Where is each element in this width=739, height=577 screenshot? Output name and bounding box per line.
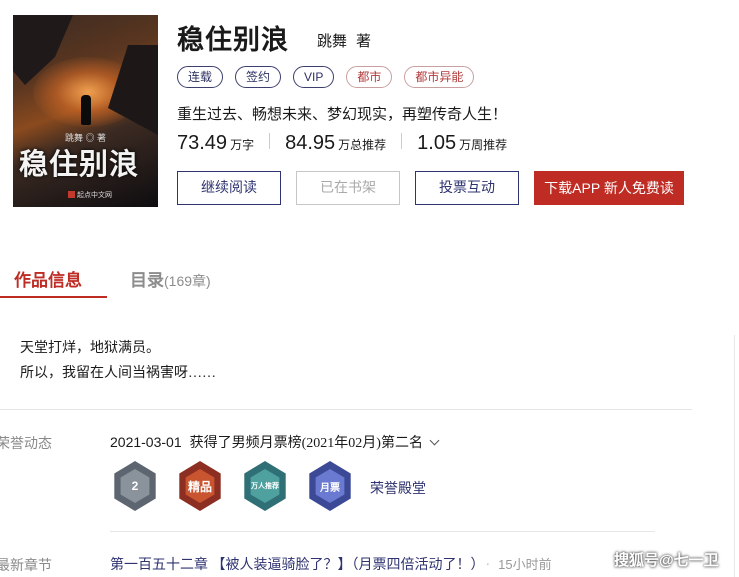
honor-date: 2021-03-01 — [110, 434, 182, 450]
sidebar-divider — [734, 335, 735, 577]
latest-chapter-label: 最新章节 — [0, 557, 52, 573]
tab-bar: 作品信息 目录(169章) — [0, 260, 739, 300]
honor-text: 获得了男频月票榜(2021年02月)第二名 — [189, 436, 423, 451]
watermark: 搜狐号@七一卫 — [614, 552, 719, 569]
monthly-ticket-badge-icon[interactable]: 月票 — [307, 461, 353, 511]
stat-weekly-recommend: 1.05 万周推荐 — [417, 132, 508, 154]
tag-vip: VIP — [293, 66, 335, 88]
stat-divider — [269, 133, 271, 149]
synopsis: 天堂打烊，地狱满员。 所以，我留在人间当祸害呀…… — [20, 336, 216, 386]
continue-reading-button[interactable]: 继续阅读 — [177, 171, 281, 205]
in-bookshelf-button[interactable]: 已在书架 — [296, 171, 400, 205]
cover-publisher: 起点中文网 — [68, 190, 112, 200]
stat-divider — [401, 133, 403, 149]
recommend-badge-icon[interactable]: 万人推荐 — [242, 461, 288, 511]
tab-work-info[interactable]: 作品信息 — [14, 266, 82, 291]
honor-hall-link[interactable]: 荣誉殿堂 — [370, 478, 426, 498]
quality-badge-icon[interactable]: 精品 — [177, 461, 223, 511]
author-suffix: 著 — [356, 33, 372, 50]
separator-dot: · — [485, 558, 491, 573]
synopsis-line: 天堂打烊，地狱满员。 — [20, 341, 160, 356]
book-stats: 73.49 万字 84.95 万总推荐 1.05 万周推荐 — [177, 132, 507, 155]
latest-chapter[interactable]: 第一百五十二章 【被人装逼骑脸了？】（月票四倍活动了！） · 15小时前 — [110, 554, 552, 574]
tag-urban[interactable]: 都市 — [346, 66, 393, 88]
book-title: 稳住别浪 — [177, 25, 289, 55]
latest-chapter-title[interactable]: 第一百五十二章 【被人装逼骑脸了？】（月票四倍活动了！） — [110, 558, 478, 573]
tag-signed: 签约 — [235, 66, 282, 88]
section-divider — [110, 531, 655, 532]
cover-figure — [81, 95, 91, 125]
tab-active-indicator — [0, 296, 107, 298]
catalog-count: (169章) — [164, 273, 211, 289]
honor-badges: 2 精品 万人推荐 月票 — [112, 461, 353, 511]
book-cover[interactable]: 跳舞 ◎ 著 稳住别浪 起点中文网 — [13, 15, 158, 207]
honor-label: 荣誉动态 — [0, 435, 52, 451]
cover-title: 稳住别浪 — [19, 149, 140, 181]
honor-news[interactable]: 2021-03-01 获得了男频月票榜(2021年02月)第二名 — [110, 432, 440, 452]
latest-chapter-time: 15小时前 — [498, 557, 552, 572]
stat-word-count: 73.49 万字 — [177, 132, 255, 154]
author-name[interactable]: 跳舞 — [317, 33, 347, 50]
stat-total-recommend: 84.95 万总推荐 — [285, 132, 387, 154]
section-divider — [0, 409, 692, 410]
rank-2-badge-icon[interactable]: 2 — [112, 461, 158, 511]
vote-interact-button[interactable]: 投票互动 — [415, 171, 519, 205]
download-app-button[interactable]: 下载APP 新人免费读 — [534, 171, 684, 205]
synopsis-line: 所以，我留在人间当祸害呀…… — [20, 366, 216, 381]
chevron-down-icon[interactable] — [429, 435, 440, 445]
tag-urban-supernatural[interactable]: 都市异能 — [404, 66, 475, 88]
action-buttons: 继续阅读 已在书架 投票互动 下载APP 新人免费读 — [177, 171, 684, 205]
author-line: 跳舞著 — [317, 30, 371, 51]
tab-catalog[interactable]: 目录(169章) — [130, 266, 211, 291]
book-intro: 重生过去、畅想未来、梦幻现实，再塑传奇人生！ — [177, 107, 508, 123]
tag-list: 连载 签约 VIP 都市 都市异能 — [177, 66, 475, 88]
tag-serializing: 连载 — [177, 66, 224, 88]
